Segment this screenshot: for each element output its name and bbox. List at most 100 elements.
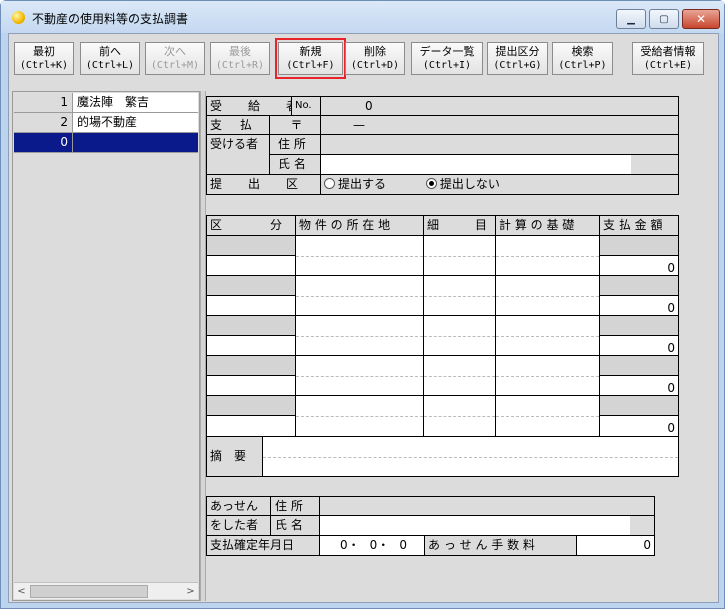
postal-code-field[interactable]: — bbox=[320, 115, 679, 135]
last-button[interactable]: 最後 (Ctrl+R) bbox=[210, 42, 270, 75]
name-field[interactable] bbox=[320, 154, 632, 175]
memo-field[interactable] bbox=[262, 436, 679, 477]
close-button[interactable]: ✕ bbox=[682, 9, 720, 29]
amount-upper-cell[interactable] bbox=[599, 275, 679, 296]
category-cell-2[interactable] bbox=[206, 415, 296, 437]
details-cell[interactable] bbox=[423, 315, 496, 356]
submit-yes-label: 提出する bbox=[338, 177, 387, 191]
location-cell[interactable] bbox=[295, 315, 424, 356]
amount-cell[interactable]: 0 bbox=[599, 335, 679, 356]
details-cell[interactable] bbox=[423, 235, 496, 276]
submission-label: 提 出 区 分 bbox=[206, 174, 321, 195]
prev-button[interactable]: 前へ (Ctrl+L) bbox=[80, 42, 140, 75]
details-cell[interactable] bbox=[423, 275, 496, 316]
category-cell-2[interactable] bbox=[206, 295, 296, 316]
basis-cell[interactable] bbox=[495, 275, 600, 316]
agent-fee-field[interactable]: 0 bbox=[576, 535, 655, 556]
data-list-shortcut: (Ctrl+I) bbox=[422, 59, 472, 71]
title-bar[interactable]: 不動産の使用料等の支払調書 ▁ ▢ ✕ bbox=[1, 1, 724, 33]
new-shortcut: (Ctrl+F) bbox=[286, 59, 335, 71]
recipient-info-label: 受給者情報 bbox=[640, 44, 696, 58]
cell-divider bbox=[496, 375, 599, 377]
delete-button[interactable]: 削除 (Ctrl+D) bbox=[345, 42, 405, 75]
horizontal-scrollbar[interactable]: < > bbox=[14, 582, 198, 599]
minimize-button[interactable]: ▁ bbox=[616, 9, 646, 29]
list-item[interactable]: 1 魔法陣 繁吉 bbox=[14, 93, 198, 113]
basis-cell[interactable] bbox=[495, 315, 600, 356]
location-cell[interactable] bbox=[295, 395, 424, 437]
agent-name-field[interactable] bbox=[319, 515, 631, 536]
submit-yes-option[interactable]: 提出する bbox=[324, 177, 386, 191]
next-button[interactable]: 次へ (Ctrl+M) bbox=[145, 42, 205, 75]
scroll-thumb[interactable] bbox=[30, 585, 148, 598]
recipient-no-value: 0 bbox=[320, 96, 679, 116]
header-details: 細 目 bbox=[423, 215, 496, 236]
amount-cell[interactable]: 0 bbox=[599, 415, 679, 437]
postal-mark: 〒 bbox=[269, 115, 321, 135]
scroll-right-icon[interactable]: > bbox=[183, 584, 198, 599]
data-list-label: データ一覧 bbox=[419, 44, 475, 58]
location-cell[interactable] bbox=[295, 275, 424, 316]
cell-divider bbox=[496, 255, 599, 257]
amount-cell[interactable]: 0 bbox=[599, 295, 679, 316]
category-cell-2[interactable] bbox=[206, 335, 296, 356]
search-button[interactable]: 検索 (Ctrl+P) bbox=[552, 42, 613, 75]
agent-address-field[interactable] bbox=[319, 496, 655, 516]
scroll-left-icon[interactable]: < bbox=[14, 584, 29, 599]
amount-cell[interactable]: 0 bbox=[599, 375, 679, 396]
location-cell[interactable] bbox=[295, 355, 424, 396]
basis-cell[interactable] bbox=[495, 395, 600, 437]
header-category: 区 分 bbox=[206, 215, 296, 236]
cell-divider bbox=[296, 295, 423, 297]
name-field-end bbox=[631, 154, 679, 175]
category-cell[interactable] bbox=[206, 275, 296, 296]
details-cell[interactable] bbox=[423, 395, 496, 437]
category-cell[interactable] bbox=[206, 355, 296, 376]
category-cell[interactable] bbox=[206, 315, 296, 336]
basis-cell[interactable] bbox=[495, 355, 600, 396]
agent-name-field-end bbox=[630, 515, 655, 536]
submit-no-option[interactable]: 提出しない bbox=[425, 177, 500, 191]
category-cell-2[interactable] bbox=[206, 375, 296, 396]
list-item[interactable]: 2 的場不動産 bbox=[14, 113, 198, 133]
agent-name-label: 氏 名 bbox=[270, 515, 320, 536]
list-item-number: 0 bbox=[14, 133, 73, 152]
location-cell[interactable] bbox=[295, 235, 424, 276]
prev-shortcut: (Ctrl+L) bbox=[85, 59, 135, 71]
amount-upper-cell[interactable] bbox=[599, 235, 679, 256]
name-label: 氏 名 bbox=[269, 154, 321, 175]
data-list-button[interactable]: データ一覧 (Ctrl+I) bbox=[411, 42, 483, 75]
address-field[interactable] bbox=[320, 134, 679, 155]
list-item-number: 1 bbox=[14, 93, 73, 112]
amount-upper-cell[interactable] bbox=[599, 315, 679, 336]
day-field[interactable]: 0 bbox=[399, 538, 407, 552]
recipient-info-button[interactable]: 受給者情報 (Ctrl+E) bbox=[632, 42, 704, 75]
radio-unchecked-icon[interactable] bbox=[324, 178, 335, 189]
first-button[interactable]: 最初 (Ctrl+K) bbox=[14, 42, 74, 75]
amount-upper-cell[interactable] bbox=[599, 355, 679, 376]
new-button[interactable]: 新規 (Ctrl+F) bbox=[278, 42, 343, 75]
category-cell[interactable] bbox=[206, 235, 296, 256]
list-item-selected[interactable]: 0 bbox=[14, 133, 198, 153]
category-cell[interactable] bbox=[206, 395, 296, 416]
payee-label-1: 支 払 を bbox=[206, 115, 270, 135]
prev-label: 前へ bbox=[99, 44, 121, 58]
search-label: 検索 bbox=[571, 44, 594, 58]
basis-cell[interactable] bbox=[495, 235, 600, 276]
amount-upper-cell[interactable] bbox=[599, 395, 679, 416]
date-separator: ・ bbox=[347, 538, 360, 552]
cell-divider bbox=[296, 335, 423, 337]
amount-cell[interactable]: 0 bbox=[599, 255, 679, 276]
radio-checked-icon[interactable] bbox=[425, 178, 437, 189]
delete-shortcut: (Ctrl+D) bbox=[350, 59, 400, 71]
cell-divider bbox=[296, 416, 423, 417]
first-label: 最初 bbox=[33, 44, 55, 58]
maximize-button[interactable]: ▢ bbox=[649, 9, 679, 29]
cell-divider bbox=[296, 255, 423, 257]
submit-category-label: 提出区分 bbox=[495, 44, 540, 58]
category-cell-2[interactable] bbox=[206, 255, 296, 276]
year-field[interactable]: 0 bbox=[340, 538, 348, 552]
record-list: 1 魔法陣 繁吉 2 的場不動産 0 < > bbox=[12, 91, 200, 601]
submit-category-button[interactable]: 提出区分 (Ctrl+G) bbox=[487, 42, 548, 75]
details-cell[interactable] bbox=[423, 355, 496, 396]
